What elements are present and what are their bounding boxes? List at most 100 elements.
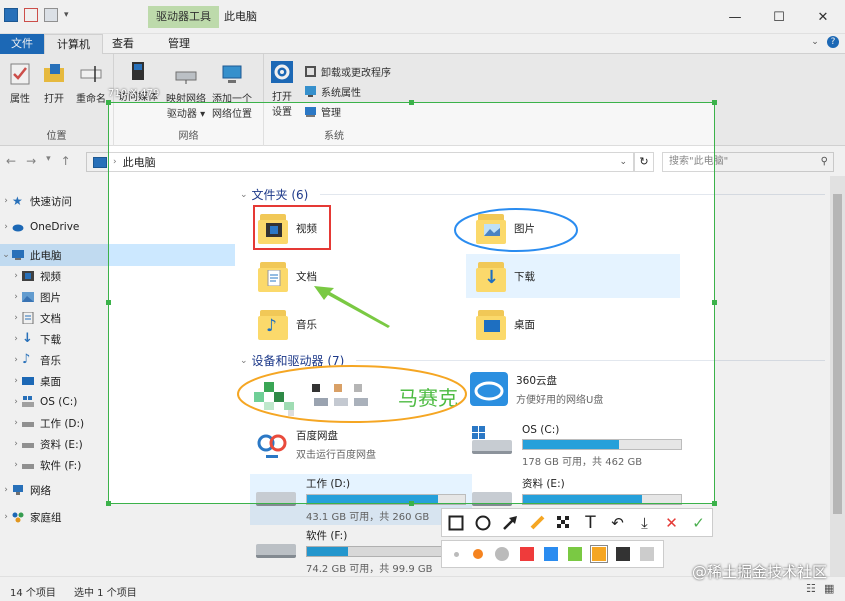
folder-documents[interactable]: 文档 bbox=[258, 258, 317, 294]
chevron-down-icon[interactable]: ⌄ bbox=[240, 356, 248, 366]
scrollbar-thumb[interactable] bbox=[833, 194, 842, 514]
mosaic-tool-icon[interactable] bbox=[550, 509, 577, 536]
confirm-check-icon[interactable]: ✓ bbox=[685, 509, 712, 536]
small-size-dot[interactable] bbox=[454, 551, 459, 557]
brush-tool-icon[interactable] bbox=[523, 509, 550, 536]
arrow-tool-icon[interactable] bbox=[496, 509, 523, 536]
folder-videos[interactable]: 视频 bbox=[258, 210, 317, 246]
chevron-right-icon[interactable]: › bbox=[10, 271, 22, 281]
add-network-location-button[interactable]: 添加一个 网络位置 bbox=[212, 62, 252, 120]
folder-pictures[interactable]: 图片 bbox=[476, 210, 535, 246]
medium-size-dot[interactable] bbox=[473, 549, 483, 559]
system-properties-button[interactable]: 系统属性 bbox=[304, 84, 361, 99]
color-swatch-gray[interactable] bbox=[640, 547, 654, 561]
resize-handle-e[interactable] bbox=[712, 300, 717, 305]
chevron-right-icon[interactable]: › bbox=[10, 376, 22, 386]
device-baidu-netdisk[interactable]: 百度网盘 双击运行百度网盘 bbox=[256, 428, 376, 461]
tab-manage[interactable]: 管理 bbox=[156, 34, 202, 54]
maximize-button[interactable]: ☐ bbox=[757, 0, 801, 34]
devices-section-header[interactable]: ⌄ 设备和驱动器 (7) bbox=[240, 352, 344, 369]
chevron-right-icon[interactable]: › bbox=[0, 196, 12, 206]
open-settings-button[interactable]: 打开 设置 bbox=[270, 60, 294, 118]
tab-computer[interactable]: 计算机 bbox=[44, 34, 103, 54]
color-swatch-green[interactable] bbox=[568, 547, 582, 561]
search-input[interactable]: 搜索"此电脑" ⚲ bbox=[662, 152, 834, 172]
chevron-right-icon[interactable]: › bbox=[10, 460, 22, 470]
color-swatch-red[interactable] bbox=[520, 547, 534, 561]
chevron-down-icon[interactable]: ⌄ bbox=[809, 36, 821, 48]
minimize-button[interactable]: — bbox=[713, 0, 757, 34]
ellipse-tool-icon[interactable] bbox=[469, 509, 496, 536]
chevron-right-icon[interactable]: › bbox=[0, 485, 12, 495]
color-swatch-orange[interactable] bbox=[590, 545, 608, 563]
nav-item-quick-access[interactable]: › ★ 快速访问 bbox=[0, 190, 235, 212]
nav-item-music[interactable]: › ♪ 音乐 bbox=[0, 349, 235, 371]
folders-section-header[interactable]: ⌄ 文件夹 (6) bbox=[240, 186, 308, 203]
uninstall-program-button[interactable]: 卸载或更改程序 bbox=[304, 64, 391, 79]
help-icon[interactable]: ? bbox=[827, 36, 839, 48]
nav-item-desktop[interactable]: › 桌面 bbox=[0, 370, 235, 392]
properties-button[interactable]: 属性 bbox=[8, 62, 32, 105]
breadcrumb[interactable]: 此电脑 bbox=[123, 154, 156, 170]
chevron-right-icon[interactable]: › bbox=[10, 418, 22, 428]
customize-qat-icon[interactable]: ▾ bbox=[64, 10, 69, 20]
drive-soft-f[interactable]: 软件 (F:) 74.2 GB 可用，共 99.9 GB bbox=[256, 528, 466, 575]
chevron-right-icon[interactable]: › bbox=[10, 439, 22, 449]
nav-item-this-pc[interactable]: ⌄ 此电脑 bbox=[0, 244, 235, 266]
back-arrow-icon[interactable]: ← bbox=[6, 154, 16, 168]
download-icon[interactable]: ⤓ bbox=[631, 509, 658, 536]
open-button[interactable]: 打开 bbox=[42, 62, 66, 105]
folder-desktop[interactable]: 桌面 bbox=[476, 306, 535, 342]
chevron-right-icon[interactable]: › bbox=[10, 313, 22, 323]
drive-work-d[interactable]: 工作 (D:) 43.1 GB 可用，共 260 GB bbox=[250, 474, 472, 525]
chevron-right-icon[interactable]: › bbox=[10, 355, 22, 365]
cancel-icon[interactable]: ✕ bbox=[658, 509, 685, 536]
nav-item-homegroup[interactable]: › 家庭组 bbox=[0, 506, 235, 528]
nav-item-data-e[interactable]: › 资料 (E:) bbox=[0, 433, 235, 455]
rectangle-tool-icon[interactable] bbox=[442, 509, 469, 536]
nav-item-videos[interactable]: › 视频 bbox=[0, 265, 235, 287]
folder-music[interactable]: ♪ 音乐 bbox=[258, 306, 317, 342]
address-bar[interactable]: › 此电脑 ⌄ bbox=[86, 152, 634, 172]
nav-item-pictures[interactable]: › 图片 bbox=[0, 286, 235, 308]
undo-icon[interactable]: ↶ bbox=[604, 509, 631, 536]
nav-item-soft-f[interactable]: › 软件 (F:) bbox=[0, 454, 235, 476]
recent-locations-icon[interactable]: ▾ bbox=[46, 154, 51, 168]
color-swatch-black[interactable] bbox=[616, 547, 630, 561]
computer-icon[interactable] bbox=[4, 8, 18, 22]
text-tool-icon[interactable]: T bbox=[577, 509, 604, 536]
forward-arrow-icon[interactable]: → bbox=[26, 154, 36, 168]
refresh-button[interactable]: ↻ bbox=[634, 152, 654, 172]
color-swatch-blue[interactable] bbox=[544, 547, 558, 561]
new-folder-icon[interactable] bbox=[44, 8, 58, 22]
tab-view[interactable]: 查看 bbox=[100, 34, 146, 54]
large-size-dot[interactable] bbox=[495, 547, 509, 561]
nav-item-documents[interactable]: › 文档 bbox=[0, 307, 235, 329]
map-network-drive-button[interactable]: 映射网络 驱动器 ▾ bbox=[166, 62, 206, 120]
nav-item-network[interactable]: › 网络 bbox=[0, 479, 235, 501]
address-dropdown-icon[interactable]: ⌄ bbox=[619, 157, 627, 167]
chevron-down-icon[interactable]: ⌄ bbox=[0, 250, 12, 260]
nav-item-os-c[interactable]: › OS (C:) bbox=[0, 391, 235, 413]
tab-file[interactable]: 文件 bbox=[0, 34, 44, 54]
chevron-right-icon[interactable]: › bbox=[10, 292, 22, 302]
folder-downloads[interactable]: ↓ 下载 bbox=[466, 254, 680, 298]
drive-os-c[interactable]: OS (C:) 178 GB 可用，共 462 GB bbox=[472, 424, 682, 468]
close-button[interactable]: ✕ bbox=[801, 0, 845, 34]
chevron-down-icon[interactable]: ⌄ bbox=[240, 190, 248, 200]
properties-icon[interactable] bbox=[24, 8, 38, 22]
resize-handle-se[interactable] bbox=[712, 501, 717, 506]
nav-item-downloads[interactable]: › ↓ 下载 bbox=[0, 328, 235, 350]
large-icons-view-icon[interactable]: ▦ bbox=[824, 582, 834, 595]
rename-button[interactable]: 重命名 bbox=[76, 62, 106, 105]
details-view-icon[interactable]: ☷ bbox=[806, 582, 816, 595]
nav-item-onedrive[interactable]: › OneDrive bbox=[0, 216, 235, 238]
nav-item-work-d[interactable]: › 工作 (D:) bbox=[0, 412, 235, 434]
up-arrow-icon[interactable]: ↑ bbox=[61, 154, 71, 168]
chevron-right-icon[interactable]: › bbox=[0, 222, 12, 232]
chevron-right-icon[interactable]: › bbox=[10, 397, 22, 407]
chevron-right-icon[interactable]: › bbox=[0, 512, 12, 522]
vertical-scrollbar[interactable] bbox=[830, 176, 845, 576]
device-360-cloud[interactable]: 360云盘 方便好用的网络U盘 bbox=[470, 372, 603, 406]
manage-button[interactable]: 管理 bbox=[304, 104, 341, 119]
